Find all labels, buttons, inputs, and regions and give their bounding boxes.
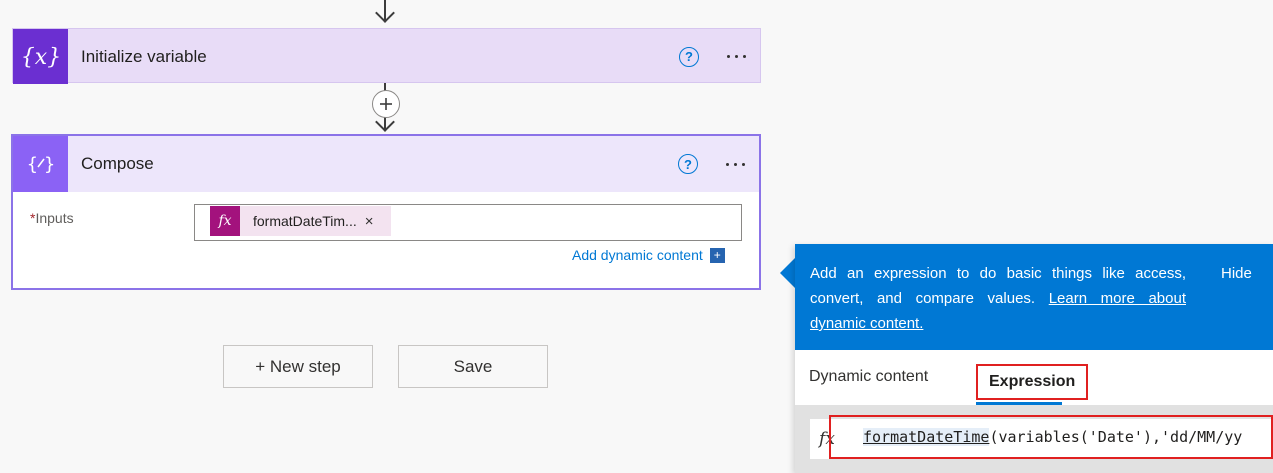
compose-icon: { } xyxy=(13,136,68,192)
tab-dynamic-content[interactable]: Dynamic content xyxy=(809,368,928,386)
add-dynamic-content-icon: + xyxy=(709,247,725,263)
remove-token-icon[interactable]: × xyxy=(365,213,374,230)
help-icon[interactable]: ? xyxy=(678,154,698,174)
step-title: Initialize variable xyxy=(81,46,207,66)
more-options-icon[interactable] xyxy=(727,55,746,58)
help-icon[interactable]: ? xyxy=(679,46,699,67)
expression-highlight: formatDateTime (variables('Date'),'dd/MM/… xyxy=(829,415,1273,459)
expression-popup: Add an expression to do basic things lik… xyxy=(795,244,1273,473)
more-options-icon[interactable] xyxy=(726,162,745,166)
expression-bar: fx formatDateTime (variables('Date'),'dd/… xyxy=(795,405,1273,473)
token-label: formatDateTim... xyxy=(253,213,357,229)
expression-token[interactable]: fx formatDateTim... × xyxy=(210,206,391,236)
tab-expression[interactable]: Expression xyxy=(976,364,1089,400)
plus-icon xyxy=(380,98,392,110)
expression-args: (variables('Date'),'dd/MM/yy xyxy=(989,428,1243,446)
expression-fn: formatDateTime xyxy=(863,428,990,446)
fx-icon: fx xyxy=(210,206,240,236)
step-title: Compose xyxy=(81,154,154,173)
banner-text: Add an expression to do basic things lik… xyxy=(810,265,1186,332)
initialize-variable-card[interactable]: {x} Initialize variable ? xyxy=(12,28,761,84)
svg-text:{ }: { } xyxy=(26,154,55,175)
svg-text:{x}: {x} xyxy=(21,45,61,70)
inputs-label: *Inputs xyxy=(30,210,74,226)
curly-braces-x-icon: {x} xyxy=(13,29,68,84)
new-step-button[interactable]: + New step xyxy=(223,345,373,388)
save-button[interactable]: Save xyxy=(398,345,548,388)
inputs-field[interactable]: fx formatDateTim... × xyxy=(194,204,742,241)
add-dynamic-content-link[interactable]: Add dynamic content + xyxy=(572,247,725,263)
hide-button[interactable]: Hide xyxy=(1221,261,1252,286)
compose-card[interactable]: { } Compose ? *Inputs fx formatDateTim..… xyxy=(11,134,761,290)
popup-banner: Add an expression to do basic things lik… xyxy=(795,244,1273,350)
popup-pointer xyxy=(780,258,795,288)
arrow-down-icon xyxy=(375,3,395,23)
